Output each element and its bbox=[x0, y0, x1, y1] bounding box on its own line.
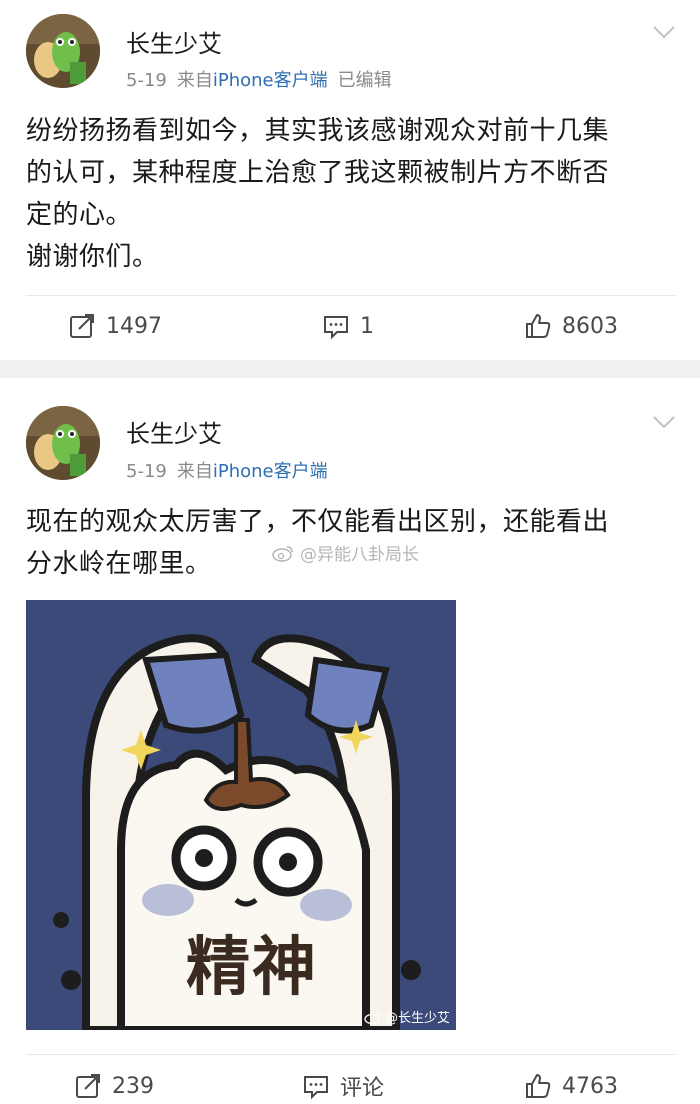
feed-post: 长生少艾 5-19 来自iPhone客户端 现在的观众太厉害了，不仅能看出区别，还… bbox=[0, 378, 700, 1104]
content-line: 定的心。 bbox=[26, 200, 133, 230]
weibo-logo-icon bbox=[272, 545, 293, 562]
feed-post: 长生少艾 5-19 来自iPhone客户端 已编辑 纷纷扬扬看到如今，其实我该感谢观… bbox=[0, 0, 700, 360]
post-meta: 5-19 来自iPhone客户端 bbox=[126, 457, 328, 483]
thumbs-up-icon bbox=[526, 1074, 551, 1098]
content-line: 现在的观众太厉害了，不仅能看出区别，还能看出 bbox=[26, 507, 610, 537]
chevron-down-icon[interactable] bbox=[652, 414, 676, 430]
comment-button[interactable]: 1 bbox=[322, 296, 374, 356]
thumbs-up-icon bbox=[526, 314, 551, 338]
avatar[interactable] bbox=[26, 14, 100, 88]
image-watermark: @长生少艾 bbox=[364, 1007, 450, 1026]
post-image[interactable]: 精神 @长生少艾 bbox=[26, 600, 456, 1030]
comment-button[interactable]: 评论 bbox=[302, 1056, 384, 1104]
like-count: 8603 bbox=[562, 313, 618, 339]
feed-separator bbox=[0, 360, 700, 378]
avatar[interactable] bbox=[26, 406, 100, 480]
post-content: 纷纷扬扬看到如今，其实我该感谢观众对前十几集 的认可，某种程度上治愈了我这颗被制… bbox=[26, 110, 676, 278]
source-prefix: 来自 bbox=[176, 461, 213, 482]
post-date: 5-19 bbox=[126, 461, 167, 482]
post-date: 5-19 bbox=[126, 70, 167, 91]
comment-icon bbox=[324, 316, 348, 340]
action-bar: 239 评论 4763 bbox=[0, 1056, 700, 1104]
chevron-down-icon[interactable] bbox=[652, 24, 676, 40]
image-caption: 精神 bbox=[186, 931, 318, 1005]
comment-label: 评论 bbox=[340, 1076, 385, 1101]
repost-icon bbox=[76, 1074, 100, 1098]
post-meta: 5-19 来自iPhone客户端 已编辑 bbox=[126, 66, 392, 92]
repost-button[interactable]: 1497 bbox=[68, 296, 162, 356]
image-watermark-text: @长生少艾 bbox=[384, 1011, 450, 1026]
inline-watermark-text: @异能八卦局长 bbox=[300, 545, 419, 565]
like-button[interactable]: 4763 bbox=[524, 1056, 618, 1104]
edited-label[interactable]: 已编辑 bbox=[338, 70, 392, 91]
like-button[interactable]: 8603 bbox=[524, 296, 618, 356]
weibo-logo-icon bbox=[364, 1010, 381, 1024]
source-prefix: 来自 bbox=[176, 70, 213, 91]
repost-count: 1497 bbox=[106, 313, 162, 339]
comment-icon bbox=[304, 1076, 328, 1100]
inline-watermark: @异能八卦局长 bbox=[272, 540, 419, 565]
comment-count: 1 bbox=[360, 313, 374, 339]
author-name[interactable]: 长生少艾 bbox=[126, 24, 222, 59]
divider bbox=[26, 1054, 676, 1055]
repost-count: 239 bbox=[112, 1073, 154, 1099]
author-name[interactable]: 长生少艾 bbox=[126, 414, 222, 449]
repost-icon bbox=[70, 314, 94, 338]
action-bar: 1497 1 8603 bbox=[0, 296, 700, 356]
post-device[interactable]: iPhone客户端 bbox=[213, 461, 328, 482]
content-line: 谢谢你们。 bbox=[26, 242, 159, 272]
content-line: 纷纷扬扬看到如今，其实我该感谢观众对前十几集 bbox=[26, 116, 610, 146]
post-device[interactable]: iPhone客户端 bbox=[213, 70, 328, 91]
repost-button[interactable]: 239 bbox=[74, 1056, 154, 1104]
content-line: 的认可，某种程度上治愈了我这颗被制片方不断否 bbox=[26, 158, 610, 188]
like-count: 4763 bbox=[562, 1073, 618, 1099]
